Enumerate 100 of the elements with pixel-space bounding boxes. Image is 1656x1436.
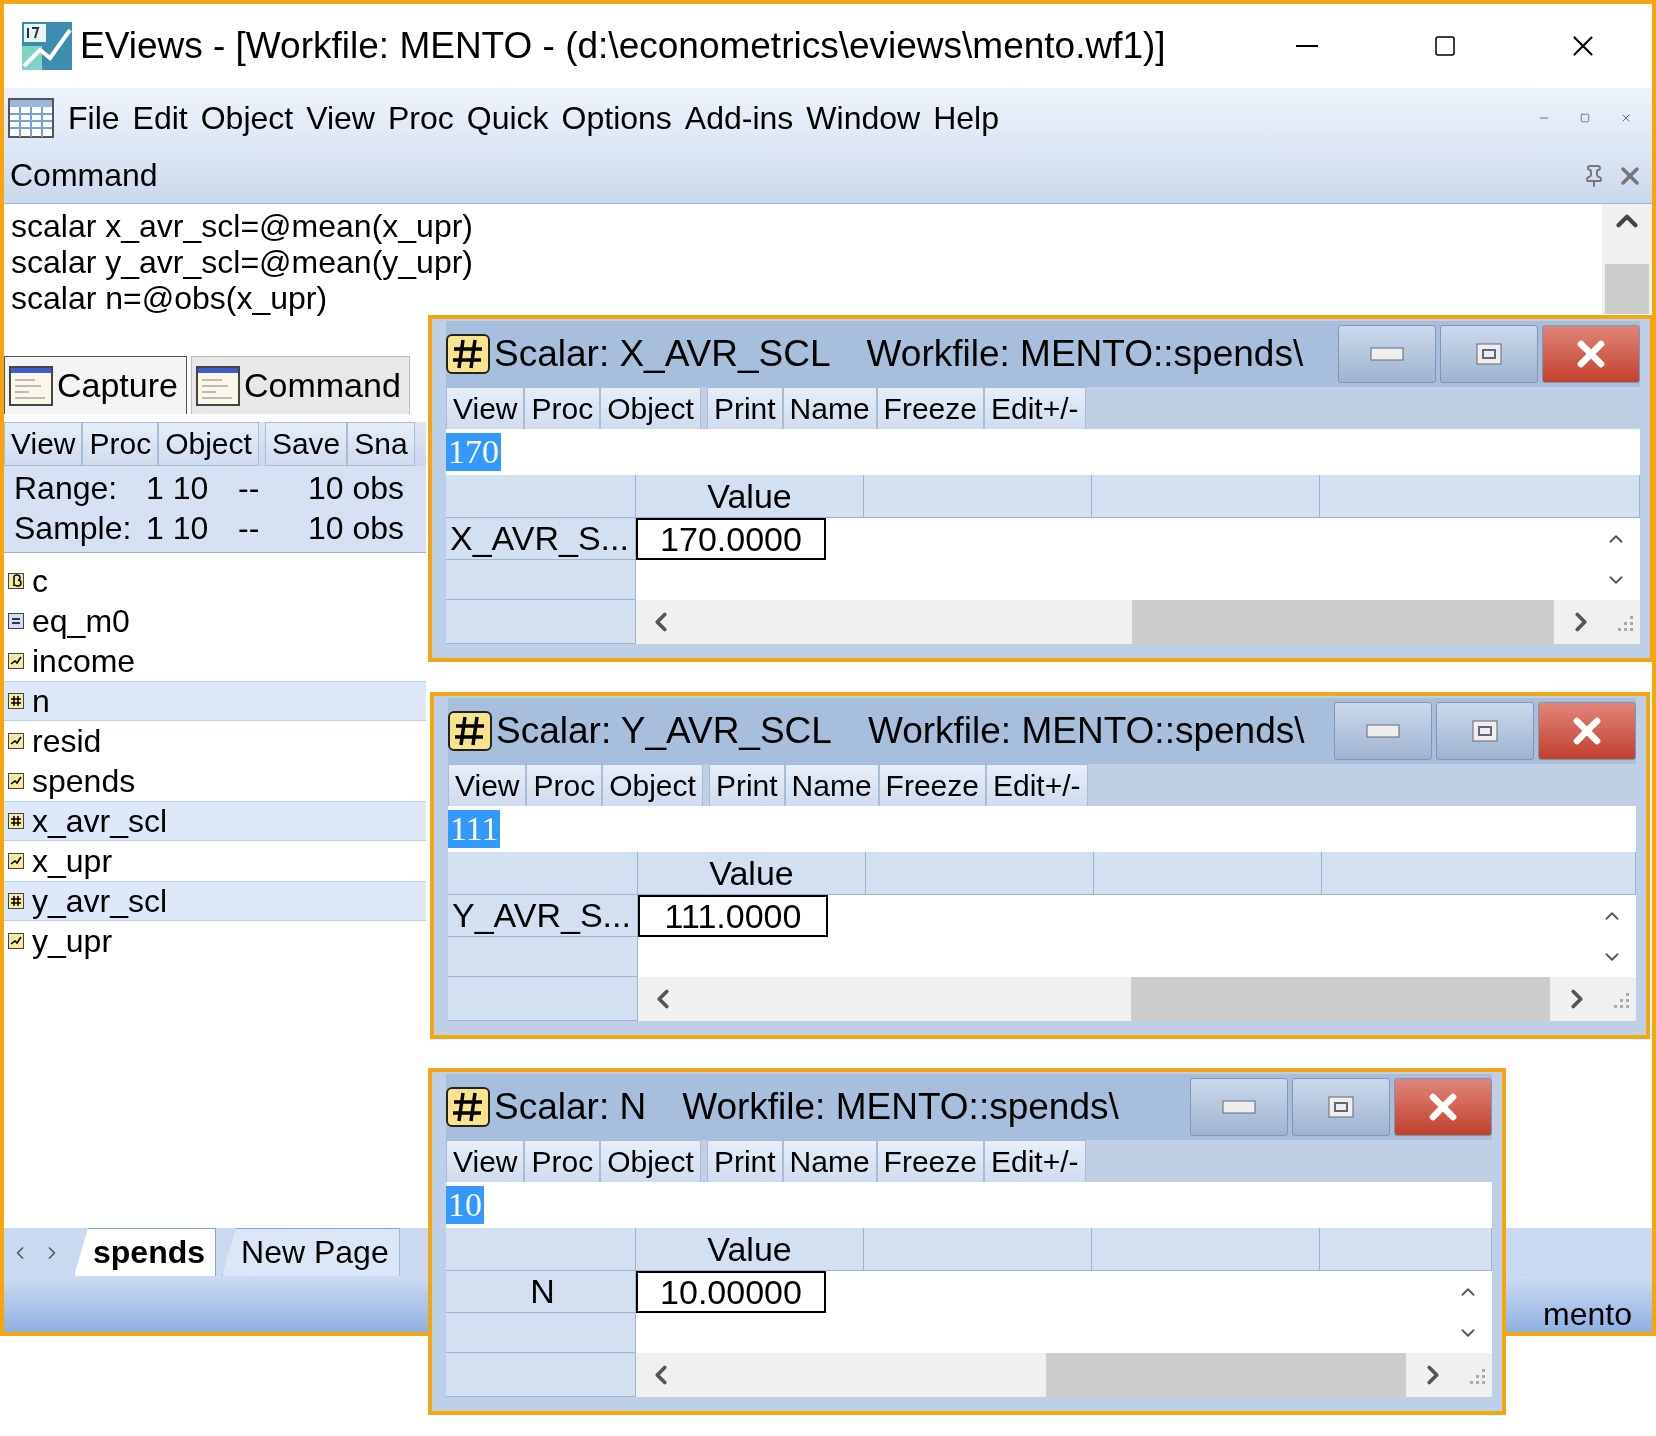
minimize-button[interactable] [1334, 702, 1432, 760]
maximize-icon [1476, 343, 1502, 365]
toolbar-button[interactable]: Proc [82, 422, 159, 466]
menu-item[interactable]: Edit [132, 99, 188, 137]
scalar-hash-icon [446, 1087, 490, 1127]
minimize-button[interactable] [1190, 1078, 1288, 1136]
window-list-icon [9, 365, 53, 406]
toolbar-button[interactable]: Sna [347, 422, 415, 466]
toolbar-button[interactable]: Print [708, 764, 785, 808]
toolbar-button[interactable]: Freeze [876, 1140, 984, 1184]
menu-item[interactable]: Proc [387, 99, 454, 137]
object-list-item[interactable]: n [4, 681, 426, 721]
scalar-object-icon [8, 813, 24, 829]
scroll-thumb[interactable] [1130, 977, 1550, 1021]
scroll-thumb[interactable] [1046, 1353, 1406, 1397]
info-label: Range: [14, 469, 119, 508]
column-header: Value [636, 1228, 864, 1270]
maximize-button[interactable] [1292, 1078, 1390, 1136]
menu-item[interactable]: Quick [466, 99, 549, 137]
window-title: Scalar: X_AVR_SCL [494, 333, 831, 375]
pane-title: Command [10, 157, 158, 194]
close-button[interactable] [1542, 325, 1640, 383]
restore-button[interactable] [1580, 113, 1590, 123]
toolbar-button[interactable]: Proc [524, 1140, 601, 1184]
object-list-item[interactable]: y_upr [4, 921, 426, 961]
object-list-item[interactable]: eq_m0 [4, 601, 426, 641]
toolbar-button[interactable]: Edit+/- [984, 387, 1086, 431]
maximize-icon [1472, 720, 1498, 742]
close-button[interactable] [1538, 702, 1636, 760]
toolbar-button[interactable]: Object [158, 422, 259, 466]
menu-item[interactable]: Help [933, 99, 999, 137]
command-input[interactable]: scalar x_avr_scl=@mean(x_upr) scalar y_avr_scl=@mean(y_upr) scalar n=@obs(x_upr) [4, 204, 1602, 314]
toolbar-button[interactable]: View [446, 387, 525, 431]
info-dash: -- [238, 469, 261, 508]
menu-item[interactable]: Options [561, 99, 672, 137]
toolbar-button[interactable]: Edit+/- [984, 1140, 1086, 1184]
toolbar-button[interactable]: Edit+/- [986, 764, 1088, 808]
value-cell[interactable]: 170.0000 [636, 518, 826, 560]
menu-item[interactable]: View [306, 99, 375, 137]
object-list-item[interactable]: x_upr [4, 841, 426, 881]
horizontal-scrollbar[interactable] [636, 1353, 1492, 1397]
toolbar-button[interactable]: Object [602, 764, 703, 808]
command-line: scalar y_avr_scl=@mean(y_upr) [11, 244, 474, 280]
scalar-object-icon [8, 693, 24, 709]
workfile-path: Workfile: MENTO::spends\ [682, 1086, 1119, 1128]
maximize-button[interactable] [1440, 325, 1538, 383]
object-list-item[interactable]: x_avr_scl [4, 801, 426, 841]
value-cell[interactable]: 10.00000 [636, 1271, 826, 1313]
toolbar-button[interactable]: Name [784, 764, 879, 808]
minimize-icon [1366, 724, 1400, 738]
toolbar-button[interactable]: Object [600, 387, 701, 431]
series-object-icon [8, 733, 24, 749]
toolbar-button[interactable]: Proc [524, 387, 601, 431]
toolbar-button[interactable]: View [448, 764, 527, 808]
vertical-scrollbar[interactable] [1602, 204, 1652, 314]
pane-tab[interactable]: Command [190, 356, 410, 414]
series-object-icon [8, 933, 24, 949]
close-button[interactable] [1620, 112, 1632, 124]
menu-item[interactable]: File [68, 99, 120, 137]
menu-item[interactable]: Object [200, 99, 294, 137]
close-button[interactable] [1394, 1078, 1492, 1136]
toolbar-button[interactable]: View [4, 422, 83, 466]
toolbar-button[interactable]: Name [782, 387, 877, 431]
toolbar-button[interactable]: Print [706, 1140, 783, 1184]
object-list-item[interactable]: c [4, 561, 426, 601]
toolbar-button[interactable]: Freeze [878, 764, 986, 808]
scroll-thumb[interactable] [1605, 264, 1649, 314]
object-list-item[interactable]: income [4, 641, 426, 681]
row-header: N [446, 1271, 636, 1313]
menu-item[interactable]: Window [806, 99, 921, 137]
object-list-item[interactable]: spends [4, 761, 426, 801]
page-tab[interactable]: spends [74, 1228, 217, 1276]
info-dash: -- [238, 509, 261, 548]
maximize-button[interactable] [1436, 702, 1534, 760]
info-obs: 10 obs [308, 469, 406, 508]
app-logo-icon [22, 22, 72, 70]
toolbar-button[interactable]: Proc [526, 764, 603, 808]
pane-tab[interactable]: Capture [4, 356, 187, 414]
object-list-item[interactable]: resid [4, 721, 426, 761]
toolbar-button[interactable]: Name [782, 1140, 877, 1184]
menu-item[interactable]: Add-ins [684, 99, 794, 137]
command-line: scalar n=@obs(x_upr) [11, 280, 329, 316]
minimize-button[interactable] [1338, 325, 1436, 383]
row-header: Y_AVR_S... [448, 895, 638, 937]
column-header: Value [636, 475, 864, 517]
horizontal-scrollbar[interactable] [636, 600, 1640, 644]
toolbar-button[interactable]: Object [600, 1140, 701, 1184]
info-range: 1 10 [146, 509, 210, 548]
maximize-icon [1433, 34, 1457, 58]
scroll-thumb[interactable] [1132, 600, 1554, 644]
page-tab[interactable]: New Page [222, 1228, 400, 1276]
toolbar-button[interactable]: Freeze [876, 387, 984, 431]
status-text: mento [1543, 1296, 1632, 1332]
toolbar-button[interactable]: View [446, 1140, 525, 1184]
toolbar-button[interactable]: Save [264, 422, 348, 466]
object-list-item[interactable]: y_avr_scl [4, 881, 426, 921]
toolbar-button[interactable]: Print [706, 387, 783, 431]
window-title: Scalar: Y_AVR_SCL [496, 710, 832, 752]
value-cell[interactable]: 111.0000 [638, 895, 828, 937]
horizontal-scrollbar[interactable] [638, 977, 1636, 1021]
